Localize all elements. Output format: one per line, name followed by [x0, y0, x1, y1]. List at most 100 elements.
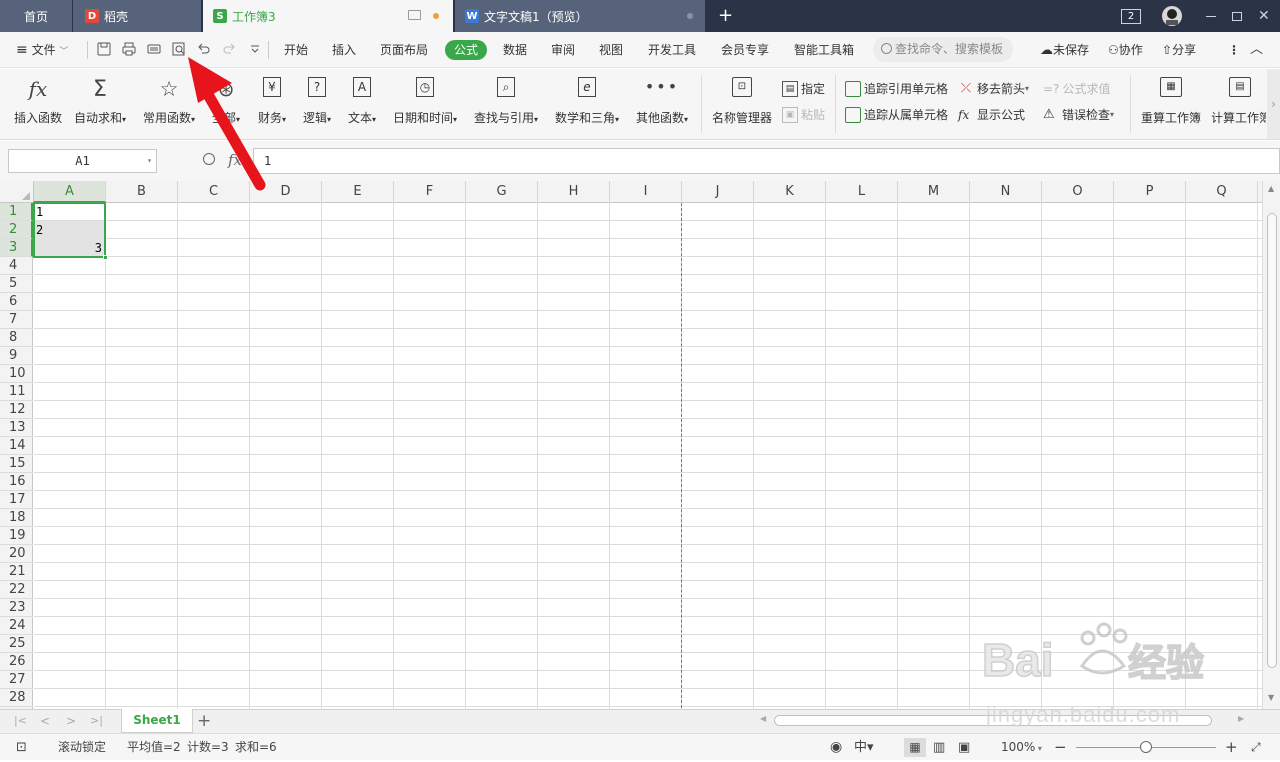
row-header-7[interactable]: 7 — [0, 311, 33, 329]
zoom-slider-thumb[interactable] — [1140, 741, 1152, 753]
column-header-E[interactable]: E — [322, 181, 394, 203]
define-name-button[interactable]: ▤ 指定 — [782, 80, 825, 97]
row-header-4[interactable]: 4 — [0, 257, 33, 275]
row-header-6[interactable]: 6 — [0, 293, 33, 311]
input-method-icon[interactable]: 中▾ — [854, 734, 874, 761]
logical-button[interactable]: ? 逻辑▾ — [298, 77, 336, 126]
row-header-8[interactable]: 8 — [0, 329, 33, 347]
vertical-scrollbar[interactable]: ▲ ▼ — [1262, 181, 1280, 709]
column-header-K[interactable]: K — [754, 181, 826, 203]
math-trig-button[interactable]: e 数学和三角▾ — [551, 77, 623, 126]
column-header-G[interactable]: G — [466, 181, 538, 203]
avatar[interactable] — [1161, 0, 1183, 32]
select-all-corner[interactable] — [0, 181, 34, 203]
column-header-F[interactable]: F — [394, 181, 466, 203]
row-header-16[interactable]: 16 — [0, 473, 33, 491]
row-header-1[interactable]: 1 — [0, 203, 33, 221]
column-header-M[interactable]: M — [898, 181, 970, 203]
recalc-workbook-button[interactable]: ▦ 重算工作簿 — [1140, 77, 1202, 126]
tab-close-dot-icon[interactable] — [687, 13, 693, 19]
scroll-left-icon[interactable]: ◀ — [760, 714, 766, 723]
tab-home[interactable]: 首页 — [0, 0, 72, 32]
menu-developer[interactable]: 开发工具 — [648, 32, 696, 68]
remove-arrows-button[interactable]: ⤫ 移去箭头 ▾ — [958, 80, 1029, 97]
column-header-L[interactable]: L — [826, 181, 898, 203]
row-header-14[interactable]: 14 — [0, 437, 33, 455]
column-header-J[interactable]: J — [682, 181, 754, 203]
column-header-B[interactable]: B — [106, 181, 178, 203]
collapse-ribbon-icon[interactable]: ︿ — [1250, 32, 1263, 68]
tab-workbook3[interactable]: S 工作簿3 — [203, 0, 453, 32]
zoom-out-icon[interactable]: − — [1054, 734, 1067, 761]
lookup-reference-button[interactable]: ⌕ 查找与引用▾ — [470, 77, 542, 126]
prev-sheet-icon[interactable]: < — [40, 714, 54, 728]
print-preview-icon[interactable] — [146, 41, 162, 57]
row-header-20[interactable]: 20 — [0, 545, 33, 563]
vertical-scroll-thumb[interactable] — [1267, 213, 1277, 668]
page-break-view-icon[interactable]: ▣ — [958, 734, 970, 761]
row-header-18[interactable]: 18 — [0, 509, 33, 527]
row-header-22[interactable]: 22 — [0, 581, 33, 599]
macro-record-icon[interactable]: ⊡ — [16, 734, 27, 761]
tab-document1[interactable]: W 文字文稿1（预览） — [455, 0, 705, 32]
zoom-level[interactable]: 100% ▾ — [1001, 734, 1042, 761]
print-icon[interactable] — [121, 41, 137, 57]
menu-review[interactable]: 审阅 — [551, 32, 575, 68]
row-header-26[interactable]: 26 — [0, 653, 33, 671]
menu-view[interactable]: 视图 — [599, 32, 623, 68]
column-header-O[interactable]: O — [1042, 181, 1114, 203]
sheet-tab-sheet1[interactable]: Sheet1 — [121, 709, 193, 733]
restore-icon[interactable] — [1232, 0, 1242, 32]
new-tab-icon[interactable]: + — [718, 7, 733, 25]
tab-daoke[interactable]: D 稻壳 — [73, 0, 201, 32]
unsaved-button[interactable]: ☁未保存 — [1040, 32, 1089, 68]
fill-handle[interactable] — [103, 255, 108, 260]
column-header-H[interactable]: H — [538, 181, 610, 203]
other-functions-button[interactable]: ••• 其他函数▾ — [632, 77, 692, 126]
eye-protection-icon[interactable]: ◉ — [830, 734, 842, 761]
row-header-9[interactable]: 9 — [0, 347, 33, 365]
trace-precedents-button[interactable]: 追踪引用单元格 — [845, 80, 948, 97]
row-header-27[interactable]: 27 — [0, 671, 33, 689]
column-header-P[interactable]: P — [1114, 181, 1186, 203]
zoom-in-icon[interactable]: + — [1225, 734, 1238, 761]
file-menu[interactable]: ≡ 文件 ﹀ — [16, 32, 68, 68]
datetime-button[interactable]: ◷ 日期和时间▾ — [389, 77, 461, 126]
fullscreen-icon[interactable]: ⤢ — [1251, 734, 1261, 761]
column-header-Q[interactable]: Q — [1186, 181, 1258, 203]
row-header-5[interactable]: 5 — [0, 275, 33, 293]
page-layout-view-icon[interactable]: ▥ — [933, 734, 945, 761]
scroll-right-icon[interactable]: ▶ — [1238, 714, 1244, 723]
first-sheet-icon[interactable]: |< — [14, 714, 28, 728]
row-header-12[interactable]: 12 — [0, 401, 33, 419]
more-options-icon[interactable]: ⋮ — [1228, 32, 1240, 68]
minimize-icon[interactable] — [1206, 0, 1216, 32]
menu-smart-toolbox[interactable]: 智能工具箱 — [794, 32, 854, 68]
add-sheet-icon[interactable]: + — [197, 710, 211, 732]
column-header-A[interactable]: A — [34, 181, 106, 203]
window-count-button[interactable]: 2 — [1121, 0, 1141, 32]
row-header-3[interactable]: 3 — [0, 239, 33, 257]
error-check-button[interactable]: ⚠ 错误检查 ▾ — [1043, 106, 1114, 123]
scroll-up-icon[interactable]: ▲ — [1268, 184, 1274, 193]
row-header-10[interactable]: 10 — [0, 365, 33, 383]
last-sheet-icon[interactable]: >| — [90, 714, 104, 728]
column-header-N[interactable]: N — [970, 181, 1042, 203]
name-box[interactable]: A1 ▾ — [8, 149, 157, 173]
menu-page-layout[interactable]: 页面布局 — [380, 32, 428, 68]
save-icon[interactable] — [96, 41, 112, 57]
normal-view-icon[interactable]: ▦ — [904, 738, 926, 757]
formula-input[interactable]: 1 — [253, 148, 1280, 174]
search-command-input[interactable]: 查找命令、搜索模板 — [873, 37, 1013, 62]
ribbon-scroll-right-icon[interactable]: › — [1267, 69, 1280, 139]
row-header-15[interactable]: 15 — [0, 455, 33, 473]
monitor-icon[interactable] — [408, 10, 421, 20]
row-header-19[interactable]: 19 — [0, 527, 33, 545]
scroll-down-icon[interactable]: ▼ — [1268, 693, 1274, 702]
share-button[interactable]: ⇧分享 — [1162, 32, 1196, 68]
autosum-button[interactable]: Σ 自动求和▾ — [71, 77, 129, 126]
menu-home[interactable]: 开始 — [284, 32, 308, 68]
row-header-21[interactable]: 21 — [0, 563, 33, 581]
row-header-2[interactable]: 2 — [0, 221, 33, 239]
calc-workbook-button[interactable]: ▤ 计算工作簿 — [1211, 77, 1266, 126]
